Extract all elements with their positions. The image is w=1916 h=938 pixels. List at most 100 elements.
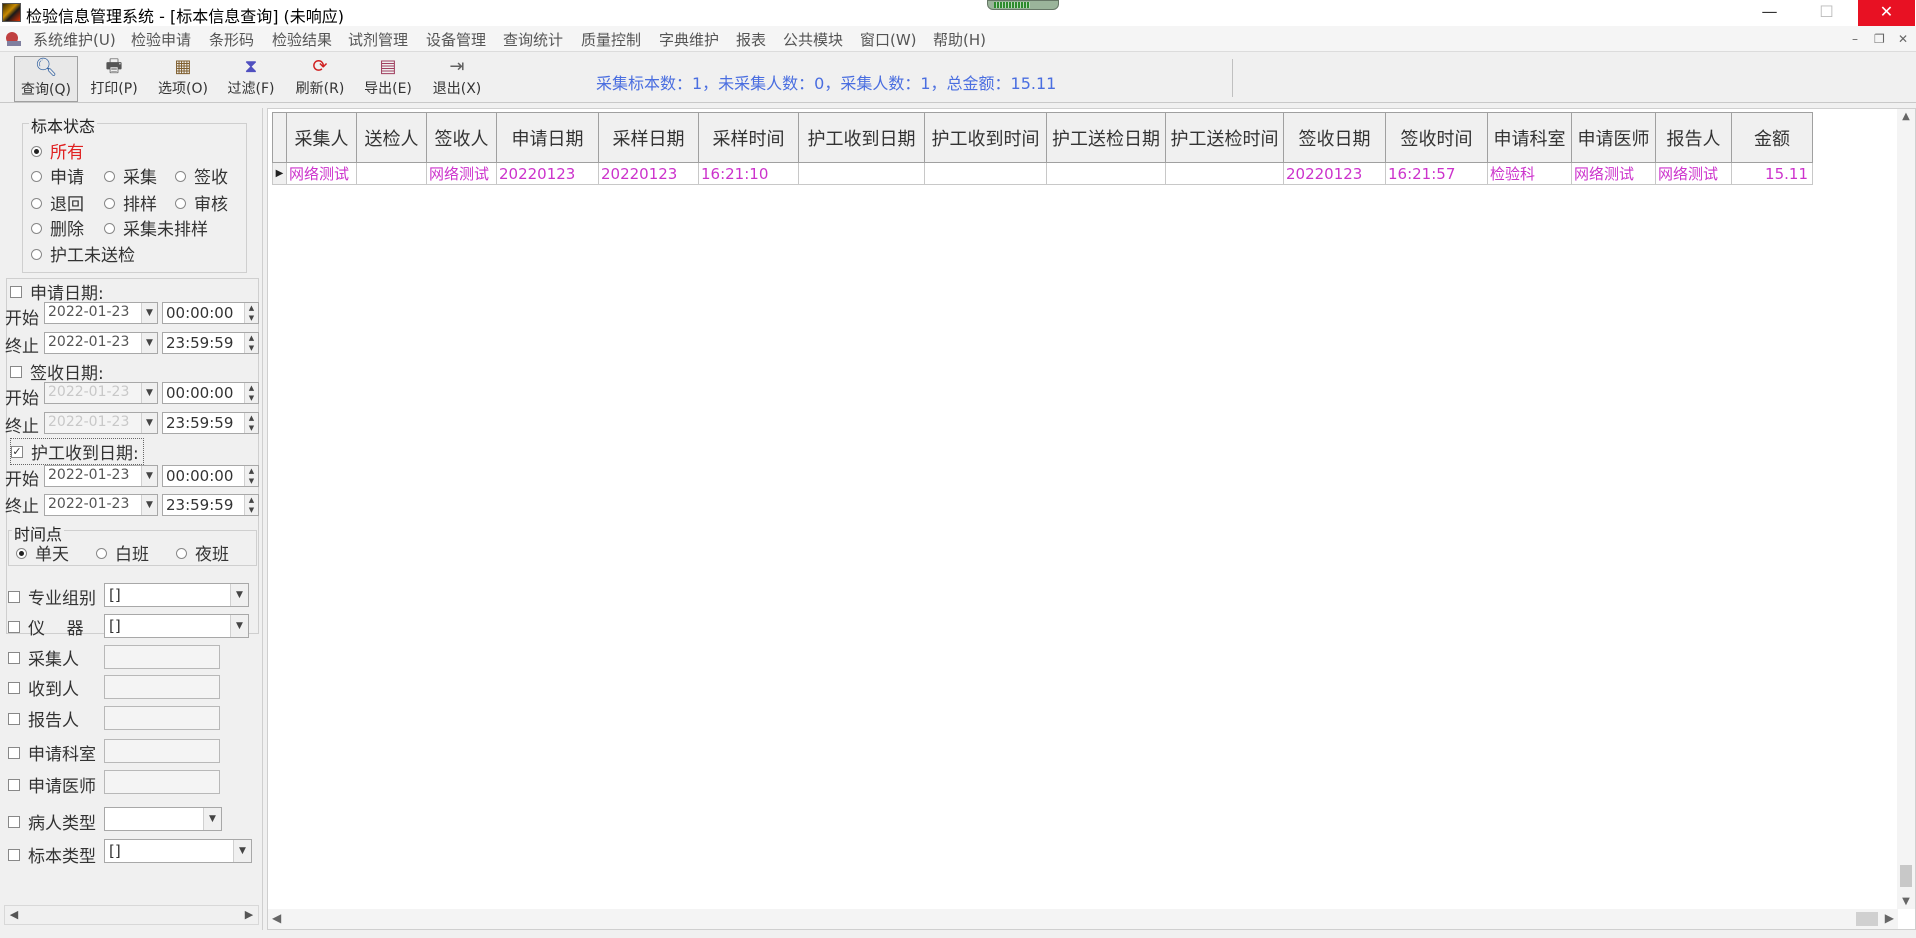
filter-collector-checkbox[interactable]: 采集人 [8, 645, 79, 670]
filter-group-combo[interactable]: [] ▼ [104, 583, 249, 607]
column-header[interactable]: 金额 [1731, 112, 1813, 163]
mdi-restore-button[interactable]: ❐ [1874, 32, 1885, 46]
column-header[interactable]: 申请科室 [1487, 112, 1572, 163]
status-radio-return[interactable]: 退回 [31, 190, 84, 215]
column-header[interactable]: 护工收到日期 [798, 112, 925, 163]
filter-collector-input[interactable] [104, 645, 220, 669]
column-header[interactable]: 签收人 [426, 112, 497, 163]
filter-receiver-input[interactable] [104, 675, 220, 699]
menu-help[interactable]: 帮助(H) [933, 29, 986, 50]
apply-date-checkbox[interactable]: 申请日期: [10, 279, 104, 304]
menu-report[interactable]: 报表 [736, 29, 766, 50]
table-cell[interactable] [356, 162, 427, 185]
table-cell[interactable] [1165, 162, 1284, 185]
print-button[interactable]: 🖶 打印(P) [82, 56, 146, 102]
menu-quality[interactable]: 质量控制 [581, 29, 641, 50]
menu-window[interactable]: 窗口(W) [860, 29, 917, 50]
apply-start-time[interactable]: 00:00:00 ▲ ▼ [162, 302, 259, 324]
exit-button[interactable]: ⇥ 退出(X) [425, 56, 489, 102]
mdi-close-button[interactable]: ✕ [1898, 32, 1908, 46]
nurse-start-time[interactable]: 00:00:00 ▲ ▼ [162, 465, 259, 487]
table-cell[interactable] [798, 162, 925, 185]
status-radio-collect[interactable]: 采集 [104, 163, 157, 188]
nurse-receive-date-checkbox[interactable]: ✓ 护工收到日期: [10, 438, 144, 465]
table-cell[interactable]: 20220123 [1283, 162, 1386, 185]
nurse-start-date[interactable]: 2022-01-23 ▼ [44, 465, 158, 487]
options-button[interactable]: ▦ 选项(O) [151, 56, 215, 102]
column-header[interactable]: 采样时间 [698, 112, 799, 163]
scroll-left-icon[interactable]: ◀ [272, 911, 281, 925]
query-button[interactable]: 🔍︎ 查询(Q) [14, 56, 78, 102]
timepoint-radio-day[interactable]: 单天 [16, 540, 69, 565]
filter-specimen-type-checkbox[interactable]: 标本类型 [8, 842, 96, 867]
apply-start-date[interactable]: 2022-01-23 ▼ [44, 302, 158, 324]
column-header[interactable]: 签收日期 [1283, 112, 1386, 163]
table-cell[interactable]: 网络测试 [426, 162, 497, 185]
nurse-end-time[interactable]: 23:59:59 ▲ ▼ [162, 494, 259, 516]
sign-start-time[interactable]: 00:00:00 ▲ ▼ [162, 382, 259, 404]
status-radio-nurse-unsent[interactable]: 护工未送检 [31, 241, 135, 266]
filter-receiver-checkbox[interactable]: 收到人 [8, 675, 79, 700]
scroll-down-icon[interactable]: ▼ [1897, 896, 1915, 907]
column-header[interactable]: 护工收到时间 [924, 112, 1047, 163]
column-header[interactable]: 采样日期 [598, 112, 699, 163]
column-header[interactable]: 申请日期 [496, 112, 599, 163]
column-header[interactable]: 签收时间 [1385, 112, 1488, 163]
table-cell[interactable]: 15.11 [1731, 162, 1813, 185]
filter-group-checkbox[interactable]: 专业组别 [8, 584, 96, 609]
status-radio-arrange[interactable]: 排样 [104, 190, 157, 215]
grid-vscrollbar[interactable]: ▲ ▼ [1897, 109, 1915, 909]
apply-end-time[interactable]: 23:59:59 ▲ ▼ [162, 332, 259, 354]
filter-department-input[interactable] [104, 739, 220, 763]
export-button[interactable]: ▤ 导出(E) [356, 56, 420, 102]
timepoint-radio-dayshift[interactable]: 白班 [96, 540, 149, 565]
apply-end-date[interactable]: 2022-01-23 ▼ [44, 332, 158, 354]
filter-doctor-input[interactable] [104, 770, 220, 794]
table-cell[interactable]: 20220123 [496, 162, 599, 185]
filter-reporter-checkbox[interactable]: 报告人 [8, 706, 79, 731]
status-radio-collected-unarranged[interactable]: 采集未排样 [104, 215, 208, 240]
mdi-minimize-button[interactable]: – [1852, 32, 1858, 46]
filter-doctor-checkbox[interactable]: 申请医师 [8, 772, 96, 797]
column-header[interactable]: 采集人 [286, 112, 357, 163]
menu-test-result[interactable]: 检验结果 [272, 29, 332, 50]
column-header[interactable]: 送检人 [356, 112, 427, 163]
timepoint-radio-nightshift[interactable]: 夜班 [176, 540, 229, 565]
scroll-up-icon[interactable]: ▲ [1897, 111, 1915, 122]
filter-department-checkbox[interactable]: 申请科室 [8, 740, 96, 765]
table-cell[interactable]: 16:21:57 [1385, 162, 1488, 185]
column-header[interactable]: 报告人 [1655, 112, 1732, 163]
status-radio-audit[interactable]: 审核 [175, 190, 228, 215]
status-radio-apply[interactable]: 申请 [31, 163, 84, 188]
menu-test-apply[interactable]: 检验申请 [131, 29, 191, 50]
filter-instrument-combo[interactable]: [] ▼ [104, 614, 249, 638]
filter-patient-type-checkbox[interactable]: 病人类型 [8, 809, 96, 834]
grid-hscrollbar[interactable]: ◀ ▶ [268, 909, 1898, 929]
menu-barcode[interactable]: 条形码 [209, 29, 254, 50]
table-cell[interactable]: 网络测试 [1655, 162, 1732, 185]
menu-system[interactable]: 系统维护(U) [33, 29, 116, 50]
app-menu-icon[interactable] [4, 30, 23, 47]
scroll-thumb[interactable] [1856, 912, 1878, 926]
column-header[interactable]: 护工送检时间 [1165, 112, 1284, 163]
minimize-button[interactable]: — [1741, 0, 1798, 26]
table-cell[interactable]: 网络测试 [1571, 162, 1656, 185]
filter-reporter-input[interactable] [104, 706, 220, 730]
table-cell[interactable]: 检验科 [1487, 162, 1572, 185]
status-radio-delete[interactable]: 删除 [31, 215, 84, 240]
filter-button[interactable]: ⧗ 过滤(F) [219, 56, 283, 102]
menu-public[interactable]: 公共模块 [783, 29, 843, 50]
filter-specimen-type-combo[interactable]: [] ▼ [104, 839, 252, 863]
filter-panel-hscrollbar[interactable]: ◀ ▶ [4, 905, 259, 925]
filter-patient-type-combo[interactable]: ▼ [104, 807, 222, 831]
table-cell[interactable]: 20220123 [598, 162, 699, 185]
table-cell[interactable]: 网络测试 [286, 162, 357, 185]
close-button[interactable]: ✕ [1858, 0, 1915, 26]
status-radio-all[interactable]: 所有 [31, 138, 84, 163]
refresh-button[interactable]: ⟳ 刷新(R) [288, 56, 352, 102]
column-header[interactable]: 护工送检日期 [1046, 112, 1166, 163]
scroll-left-icon[interactable]: ◀ [5, 906, 23, 924]
table-cell[interactable] [924, 162, 1047, 185]
menu-query-stats[interactable]: 查询统计 [503, 29, 563, 50]
menu-reagent[interactable]: 试剂管理 [348, 29, 408, 50]
